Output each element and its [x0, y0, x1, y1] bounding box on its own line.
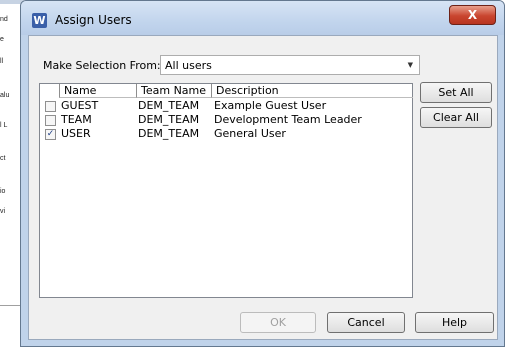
list-header: Name Team Name Description [40, 84, 413, 99]
dialog-title: Assign Users [55, 13, 132, 27]
list-row[interactable]: TEAM DEM_TEAM Development Team Leader [40, 113, 412, 127]
row-description: Example Guest User [214, 99, 327, 112]
list-row[interactable]: ✓ USER DEM_TEAM General User [40, 127, 412, 141]
row-checkbox[interactable] [45, 115, 56, 126]
help-button[interactable]: Help [415, 312, 494, 333]
dialog-body: Make Selection From: All users ▼ Name Te… [28, 35, 498, 340]
row-description: Development Team Leader [214, 113, 362, 126]
background-app: nd e ll alu l L ct io vi [0, 0, 24, 347]
chevron-down-icon: ▼ [407, 61, 413, 69]
row-name: USER [61, 127, 91, 140]
background-text: ll [0, 58, 4, 65]
column-header-team-name[interactable]: Team Name [136, 84, 211, 98]
users-list[interactable]: Name Team Name Description GUEST DEM_TEA… [39, 83, 413, 298]
background-text: l L [0, 122, 8, 129]
row-team: DEM_TEAM [138, 113, 200, 126]
row-description: General User [214, 127, 286, 140]
row-name: GUEST [61, 99, 99, 112]
set-all-button[interactable]: Set All [420, 82, 492, 103]
column-header-description[interactable]: Description [211, 84, 413, 98]
clear-all-button[interactable]: Clear All [420, 107, 492, 128]
background-text: ct [0, 155, 6, 162]
background-text: vi [0, 208, 6, 215]
row-checkbox[interactable] [45, 101, 56, 112]
selection-value: All users [165, 59, 212, 72]
row-team: DEM_TEAM [138, 99, 200, 112]
assign-users-dialog: W Assign Users X Make Selection From: Al… [20, 0, 505, 347]
row-team: DEM_TEAM [138, 127, 200, 140]
title-bar[interactable]: W Assign Users X [21, 1, 504, 35]
background-divider [0, 305, 20, 306]
ok-button[interactable]: OK [240, 312, 316, 333]
background-text: e [0, 36, 4, 43]
cancel-button[interactable]: Cancel [327, 312, 405, 333]
close-button[interactable]: X [449, 5, 496, 25]
background-text: io [0, 188, 6, 195]
row-checkbox[interactable]: ✓ [45, 129, 56, 140]
list-row[interactable]: GUEST DEM_TEAM Example Guest User [40, 99, 412, 113]
column-header-name[interactable]: Name [59, 84, 136, 98]
background-text: nd [0, 16, 8, 23]
app-logo-icon: W [32, 13, 47, 28]
row-name: TEAM [61, 113, 92, 126]
background-text: alu [0, 92, 10, 99]
selection-dropdown[interactable]: All users ▼ [160, 55, 420, 75]
selection-label: Make Selection From: [43, 59, 161, 72]
